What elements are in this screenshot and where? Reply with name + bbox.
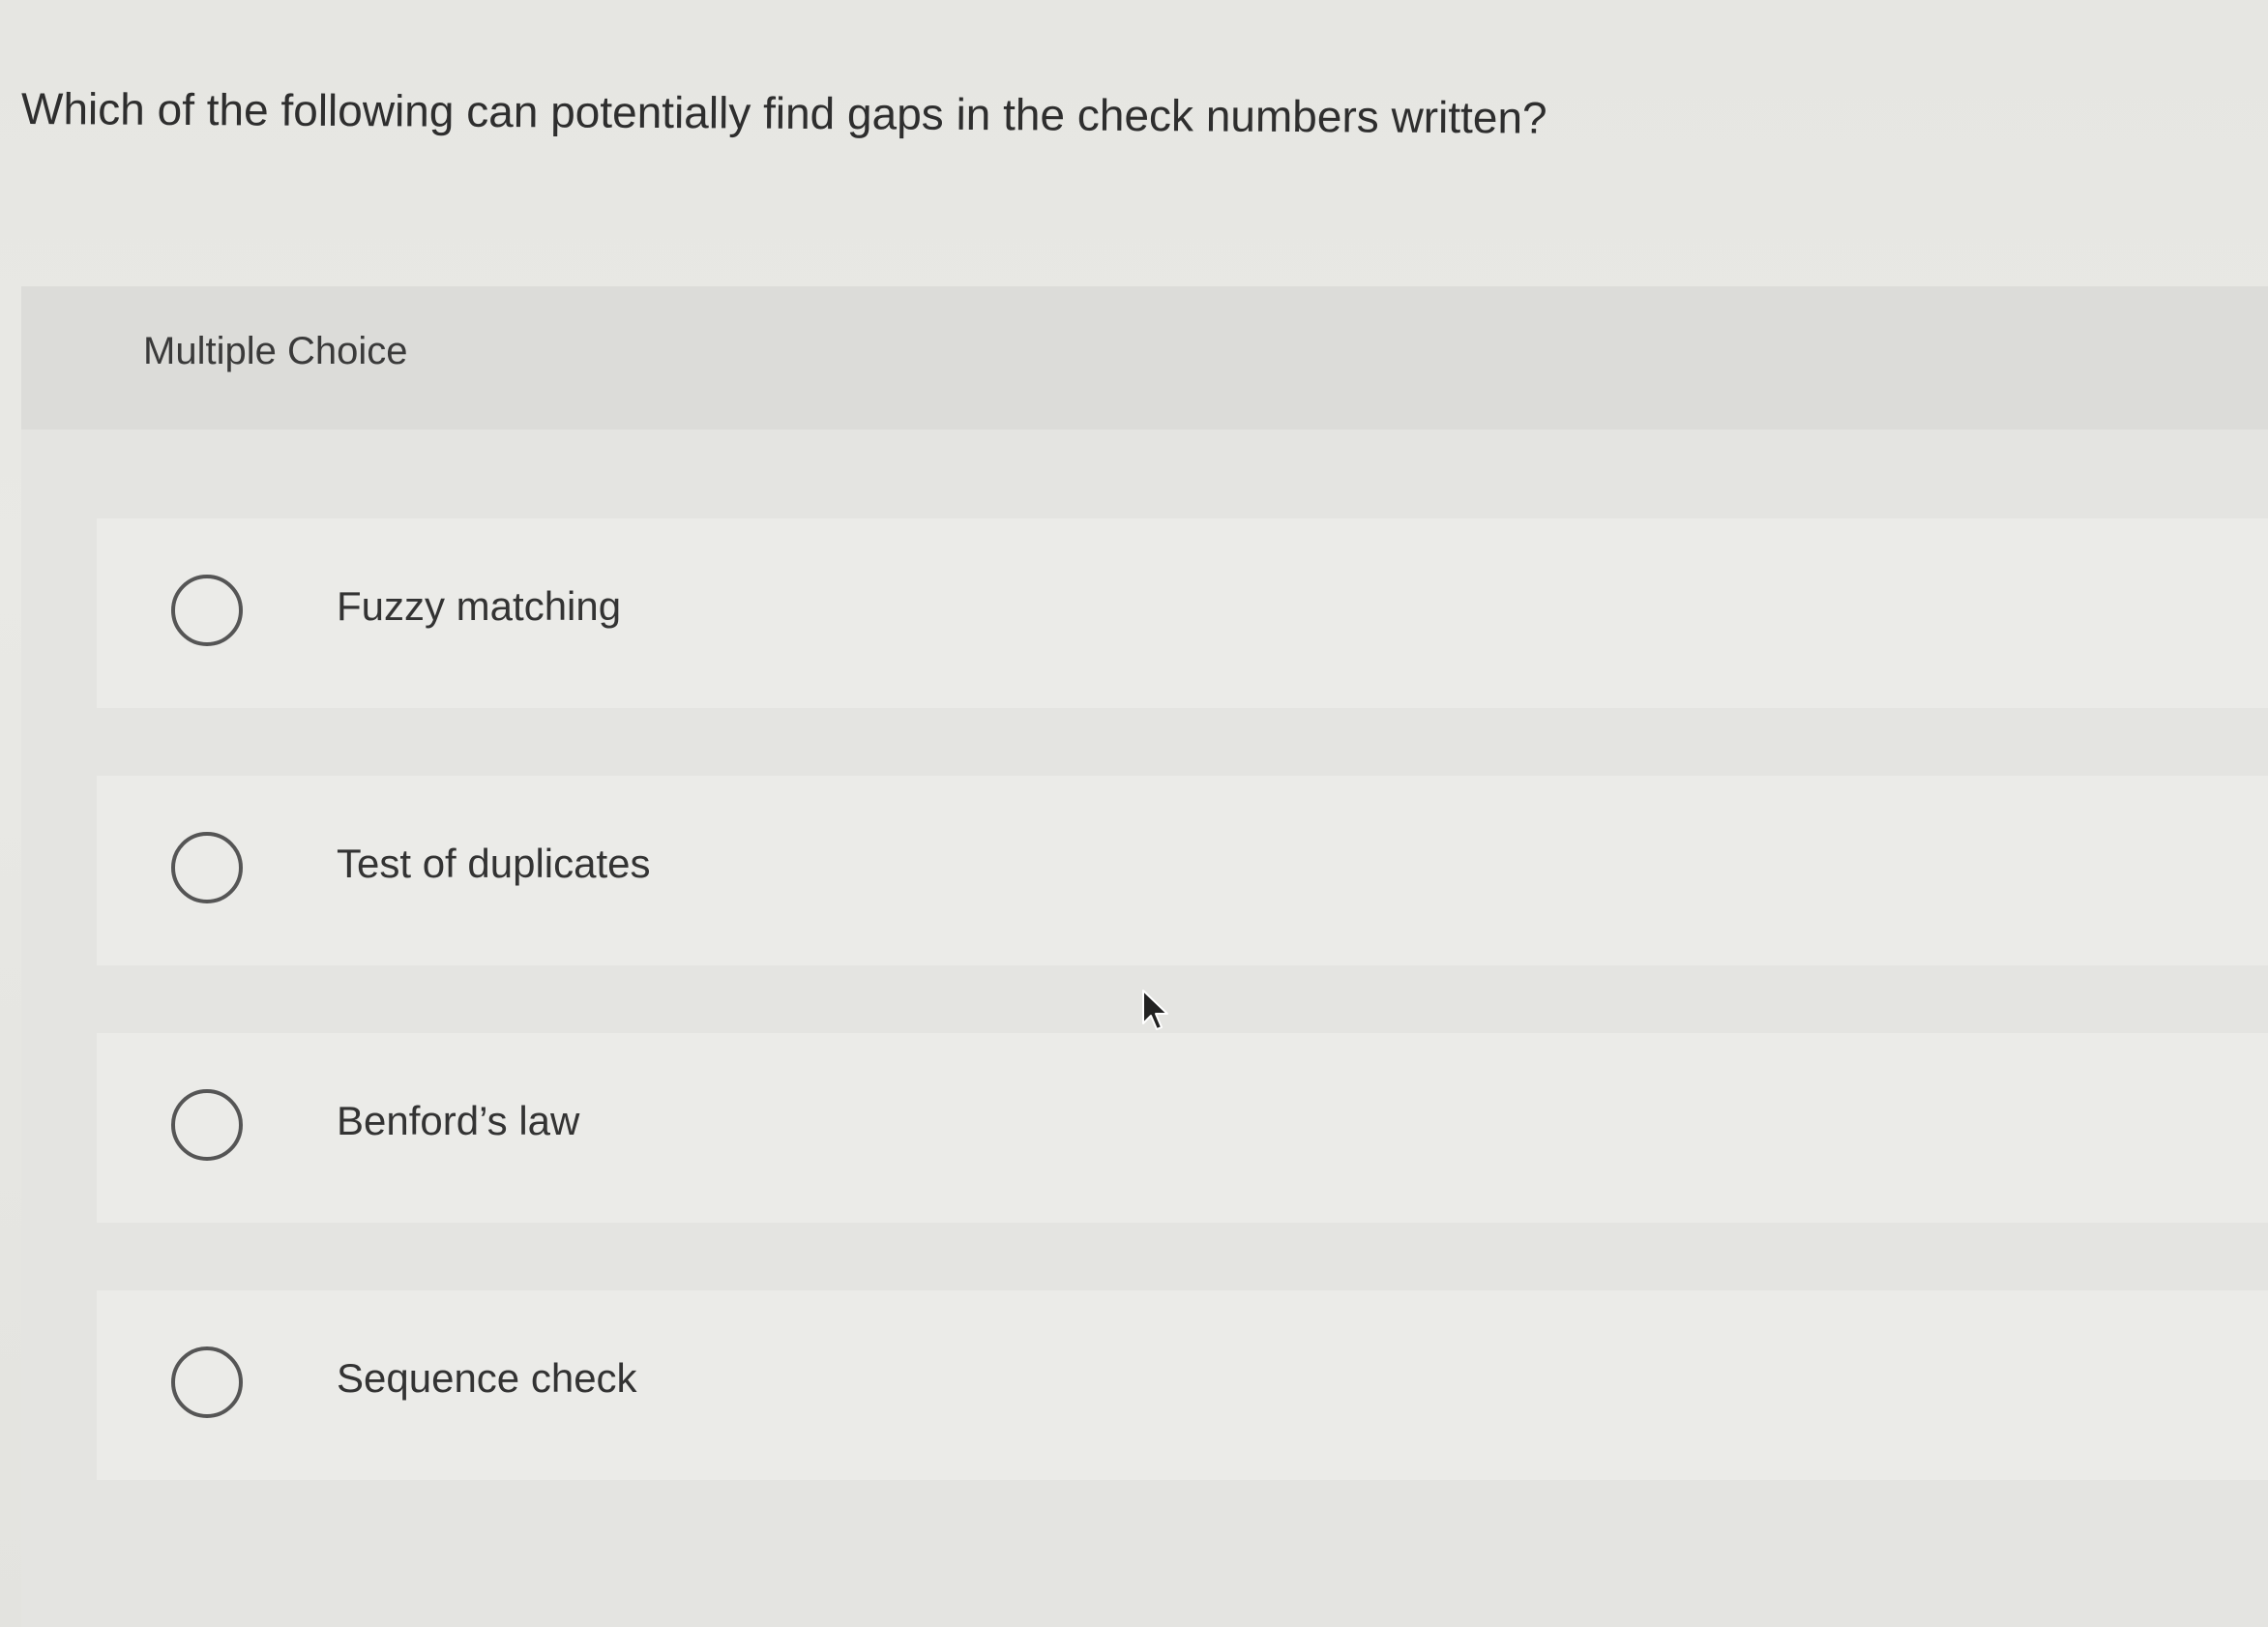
answer-option-label: Sequence check bbox=[337, 1355, 637, 1401]
answer-option-label: Benford’s law bbox=[337, 1098, 580, 1143]
mouse-pointer-icon bbox=[1142, 990, 1168, 1030]
answer-option-label: Test of duplicates bbox=[337, 841, 651, 886]
multiple-choice-label: Multiple Choice bbox=[143, 330, 408, 372]
multiple-choice-header: Multiple Choice bbox=[21, 286, 2268, 429]
radio-unselected-icon[interactable] bbox=[171, 1346, 243, 1418]
multiple-choice-panel: Multiple Choice Fuzzy matching Test of d… bbox=[21, 286, 2268, 1627]
answer-option-label: Fuzzy matching bbox=[337, 583, 622, 629]
answer-option-test-of-duplicates[interactable]: Test of duplicates bbox=[97, 776, 2268, 965]
radio-unselected-icon[interactable] bbox=[171, 832, 243, 903]
answer-option-benfords-law[interactable]: Benford’s law bbox=[97, 1033, 2268, 1223]
radio-unselected-icon[interactable] bbox=[171, 1089, 243, 1161]
answer-option-fuzzy-matching[interactable]: Fuzzy matching bbox=[97, 518, 2268, 708]
question-text: Which of the following can potentially f… bbox=[20, 83, 1547, 143]
answer-option-sequence-check[interactable]: Sequence check bbox=[97, 1290, 2268, 1480]
radio-unselected-icon[interactable] bbox=[171, 575, 243, 646]
